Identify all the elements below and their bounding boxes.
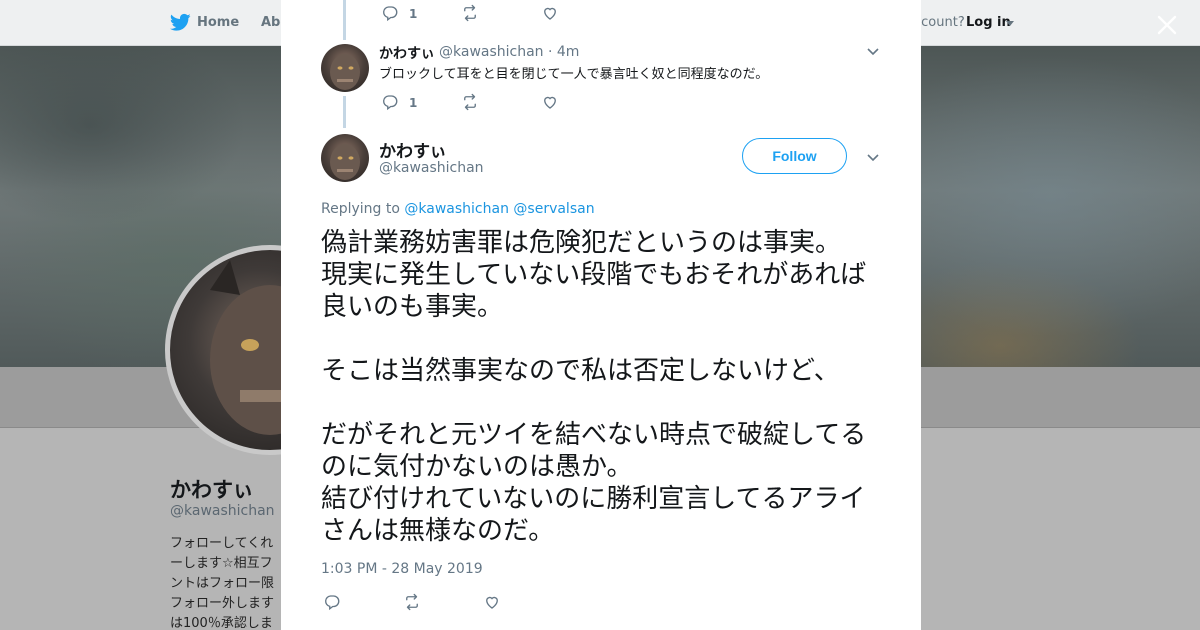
- main-tweet-text: 偽計業務妨害罪は危険犯だというのは事実。 現実に発生していない段階でもおそれがあ…: [321, 227, 886, 547]
- orc-avatar-illustration: [330, 54, 360, 90]
- reply-avatar[interactable]: [321, 44, 369, 92]
- retweet-icon[interactable]: [461, 4, 481, 24]
- heart-icon[interactable]: [483, 593, 503, 613]
- reply-count: 1: [409, 7, 418, 21]
- previous-tweet-actions: 1: [381, 4, 681, 24]
- tweet-paragraph: 偽計業務妨害罪は危険犯だというのは事実。: [321, 228, 842, 258]
- nav-home-link[interactable]: Home: [197, 15, 239, 30]
- main-tweet-actions: [323, 593, 623, 613]
- heart-icon[interactable]: [541, 4, 561, 24]
- reply-tweet-text: ブロックして耳をと目を閉じて一人で暴言吐く奴と同程度なのだ。: [379, 67, 769, 82]
- reply-icon[interactable]: [381, 4, 401, 24]
- chevron-down-icon[interactable]: [866, 44, 880, 58]
- tweet-paragraph: 現実に発生していない段階でもおそれがあれば良いのも事実。: [321, 260, 867, 322]
- replying-to-context: Replying to @kawashichan @servalsan: [321, 201, 595, 217]
- retweet-icon[interactable]: [403, 593, 423, 613]
- caret-down-icon[interactable]: [1006, 21, 1014, 26]
- replying-to-prefix: Replying to: [321, 201, 400, 217]
- follow-button[interactable]: Follow: [742, 138, 847, 174]
- reply-icon[interactable]: [323, 593, 343, 613]
- replying-to-link[interactable]: @kawashichan: [404, 201, 509, 217]
- thread-connector: [343, 96, 346, 128]
- profile-bio: フォローしてくれ ーします☆相互フ ントはフォロー限 フォロー外します は100…: [170, 536, 275, 630]
- reply-count: 1: [409, 96, 418, 110]
- replying-to-link[interactable]: @servalsan: [513, 201, 594, 217]
- tweet-permalink-modal: 1 かわすぃ @kawashichan · 4m ブロックして耳をと目を閉じて一…: [281, 0, 921, 630]
- account-prompt: ccount?: [914, 15, 965, 30]
- tweet-paragraph: そこは当然事実なので私は否定しないけど、: [321, 356, 840, 386]
- reply-author-handle[interactable]: @kawashichan · 4m: [439, 44, 579, 60]
- tweet-timestamp[interactable]: 1:03 PM - 28 May 2019: [321, 561, 483, 577]
- tweet-paragraph: 結び付けれていないのに勝利宣言してるアライさんは無様なのだ。: [321, 484, 866, 546]
- thread-connector: [343, 0, 346, 40]
- chevron-down-icon[interactable]: [866, 150, 880, 164]
- retweet-icon[interactable]: [461, 93, 481, 113]
- close-icon[interactable]: [1156, 14, 1178, 36]
- profile-handle: @kawashichan: [170, 503, 275, 519]
- main-tweet-avatar[interactable]: [321, 134, 369, 182]
- orc-avatar-illustration: [330, 144, 360, 180]
- login-link[interactable]: Log in: [966, 15, 1011, 30]
- reply-author-name[interactable]: かわすぃ: [379, 43, 435, 63]
- reply-icon[interactable]: [381, 93, 401, 113]
- heart-icon[interactable]: [541, 93, 561, 113]
- twitter-bird-icon[interactable]: [170, 13, 191, 32]
- main-tweet-author-handle[interactable]: @kawashichan: [379, 160, 484, 176]
- profile-name: かわすぃ: [170, 478, 254, 502]
- reply-tweet-actions: 1: [381, 93, 681, 113]
- main-tweet-author-name[interactable]: かわすぃ: [379, 137, 447, 162]
- tweet-paragraph: だがそれと元ツイを結べない時点で破綻してるのに気付かないのは愚か。: [321, 420, 867, 482]
